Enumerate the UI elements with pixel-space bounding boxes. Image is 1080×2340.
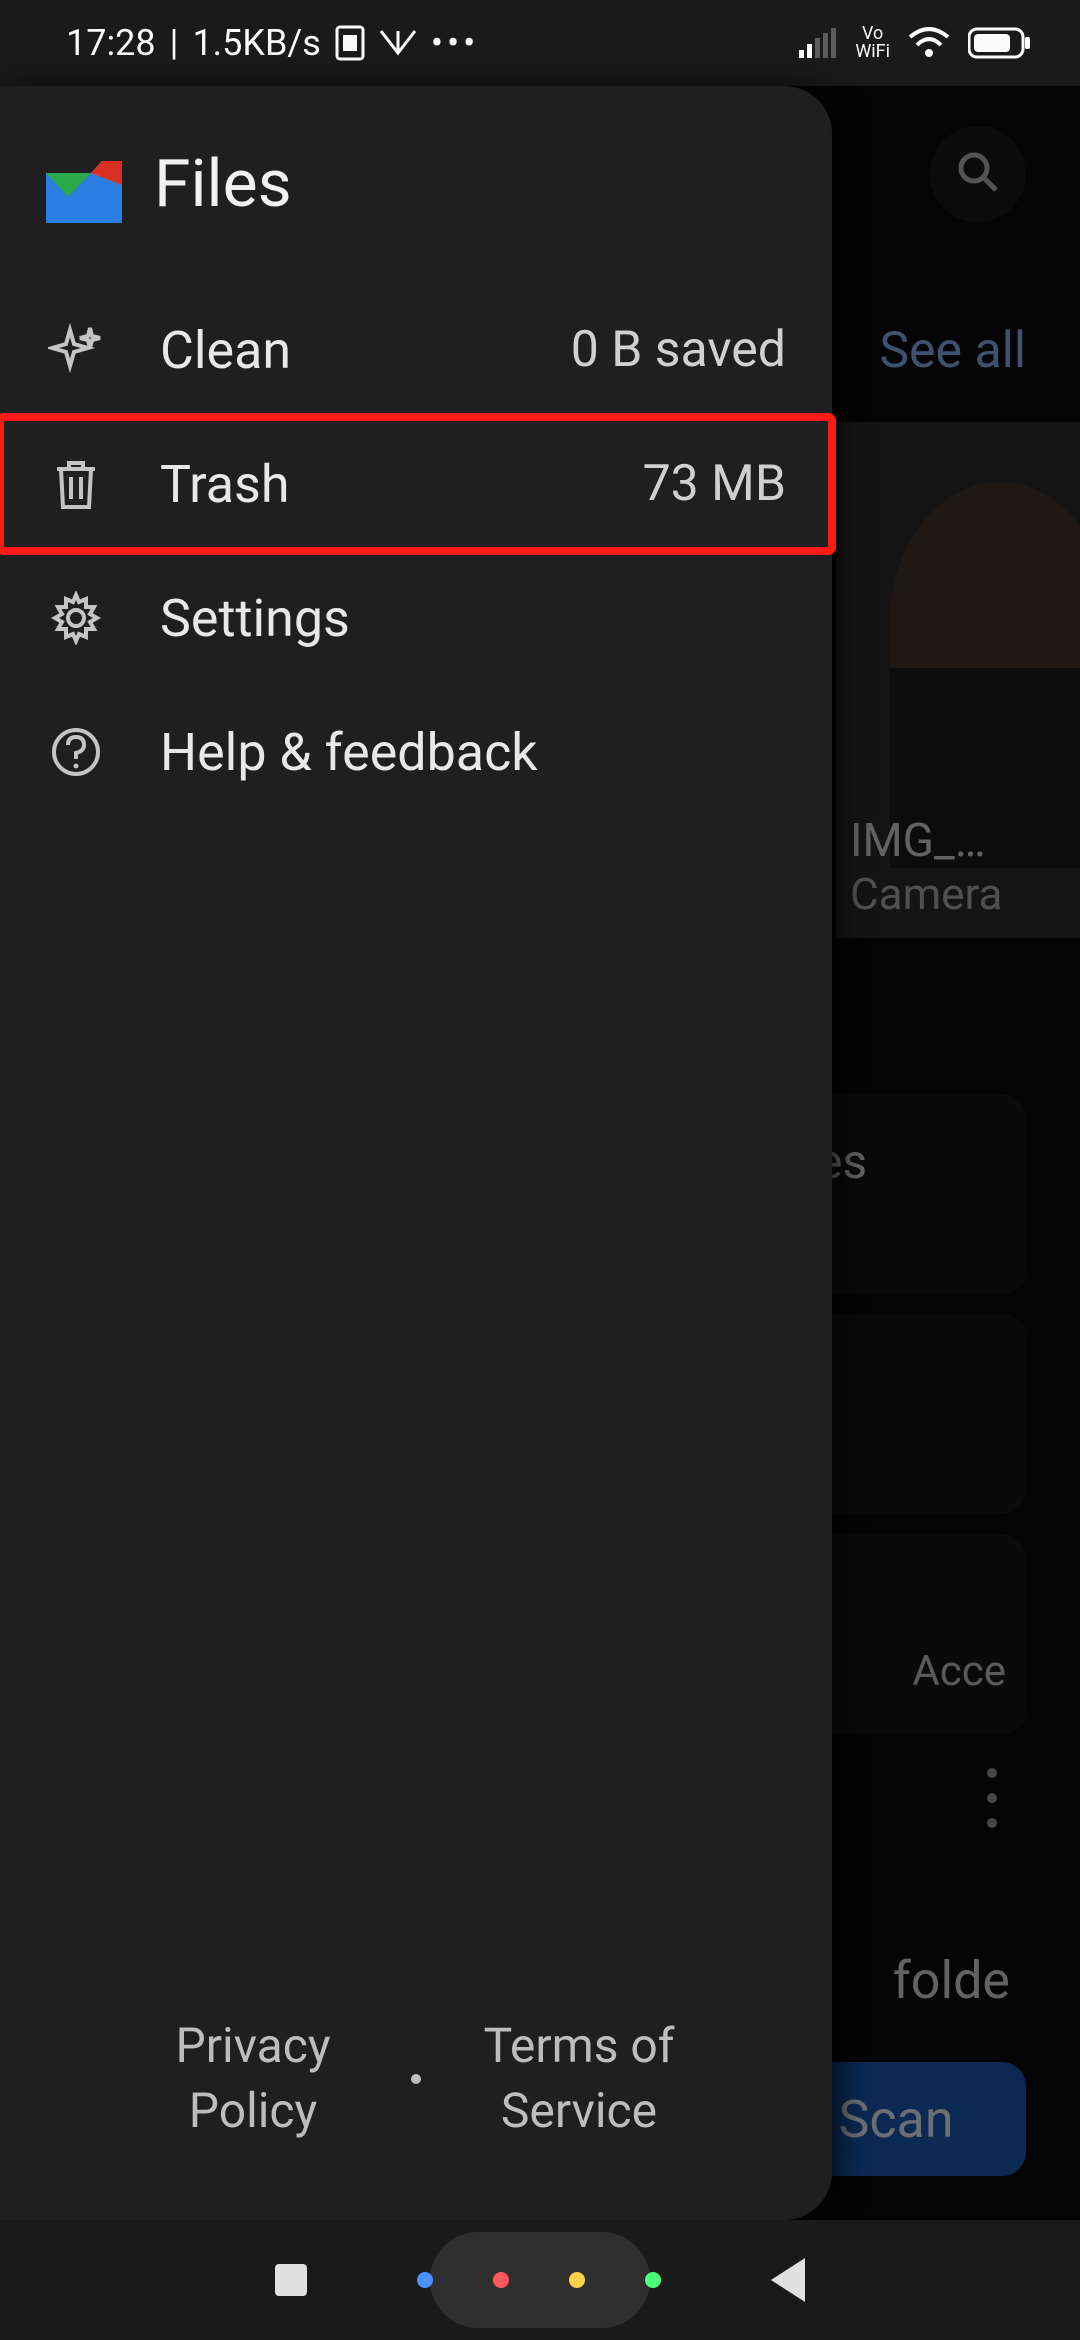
- search-icon: [954, 148, 1002, 200]
- drawer-item-label: Clean: [160, 320, 515, 381]
- nav-recent-button[interactable]: [275, 2264, 307, 2296]
- drawer-item-label: Help & feedback: [160, 722, 786, 783]
- files-app-icon: [46, 147, 122, 223]
- status-right: Vo WiFi: [799, 25, 1032, 61]
- wifi-icon: [908, 27, 950, 59]
- gear-icon: [48, 590, 104, 646]
- nav-home-button[interactable]: [417, 2272, 661, 2288]
- arrow-icon: [379, 29, 417, 57]
- sparkle-icon: [48, 322, 104, 378]
- screen-root: 17:28 | 1.5KB/s ••• Vo WiFi: [0, 0, 1080, 2340]
- see-all-link[interactable]: See all: [879, 322, 1026, 380]
- drawer-item-trash[interactable]: Trash 73 MB: [0, 417, 832, 551]
- drawer-item-clean[interactable]: Clean 0 B saved: [0, 283, 832, 417]
- overflow-menu-icon[interactable]: [968, 1768, 1016, 1828]
- system-nav-bar: [0, 2220, 1080, 2340]
- terms-of-service-link[interactable]: Terms of Service: [469, 2014, 689, 2144]
- status-divider: |: [170, 22, 179, 64]
- navigation-drawer: Files Clean 0 B saved: [0, 86, 832, 2220]
- drawer-item-label: Settings: [160, 588, 786, 649]
- signal-icon: [799, 28, 837, 58]
- battery-icon: [968, 27, 1032, 59]
- drawer-item-meta: 0 B saved: [571, 321, 786, 379]
- more-dots-icon: •••: [431, 22, 479, 64]
- status-time: 17:28: [66, 22, 156, 64]
- drawer-header: Files: [0, 86, 832, 283]
- thumbnail-source: Camera: [850, 868, 1002, 920]
- drawer-item-settings[interactable]: Settings: [0, 551, 832, 685]
- privacy-policy-text: Privacy Policy: [143, 2014, 363, 2144]
- trash-icon: [48, 456, 104, 512]
- drawer-title: Files: [154, 146, 292, 223]
- thumbnail-filename: IMG_…: [850, 814, 986, 868]
- vowifi-icon: Vo WiFi: [855, 25, 890, 61]
- footer-separator-dot: [411, 2074, 421, 2084]
- terms-of-service-text: Terms of Service: [469, 2014, 689, 2144]
- category-access: Acce: [912, 1647, 1026, 1696]
- nav-back-button[interactable]: [771, 2258, 805, 2302]
- vowifi-bottom: WiFi: [855, 43, 890, 61]
- status-netspeed: 1.5KB/s: [192, 22, 320, 64]
- sim-icon: [335, 25, 365, 61]
- drawer-items: Clean 0 B saved Trash 73 MB: [0, 283, 832, 819]
- drawer-item-help[interactable]: Help & feedback: [0, 685, 832, 819]
- drawer-footer: Privacy Policy Terms of Service: [0, 2014, 832, 2220]
- help-icon: [48, 724, 104, 780]
- status-bar: 17:28 | 1.5KB/s ••• Vo WiFi: [0, 0, 1080, 86]
- search-button[interactable]: [930, 126, 1026, 222]
- privacy-policy-link[interactable]: Privacy Policy: [143, 2014, 363, 2144]
- recent-thumbnail[interactable]: IMG_… Camera: [836, 422, 1080, 938]
- drawer-item-meta: 73 MB: [643, 455, 786, 513]
- drawer-item-label: Trash: [160, 454, 587, 515]
- status-left: 17:28 | 1.5KB/s •••: [66, 22, 479, 64]
